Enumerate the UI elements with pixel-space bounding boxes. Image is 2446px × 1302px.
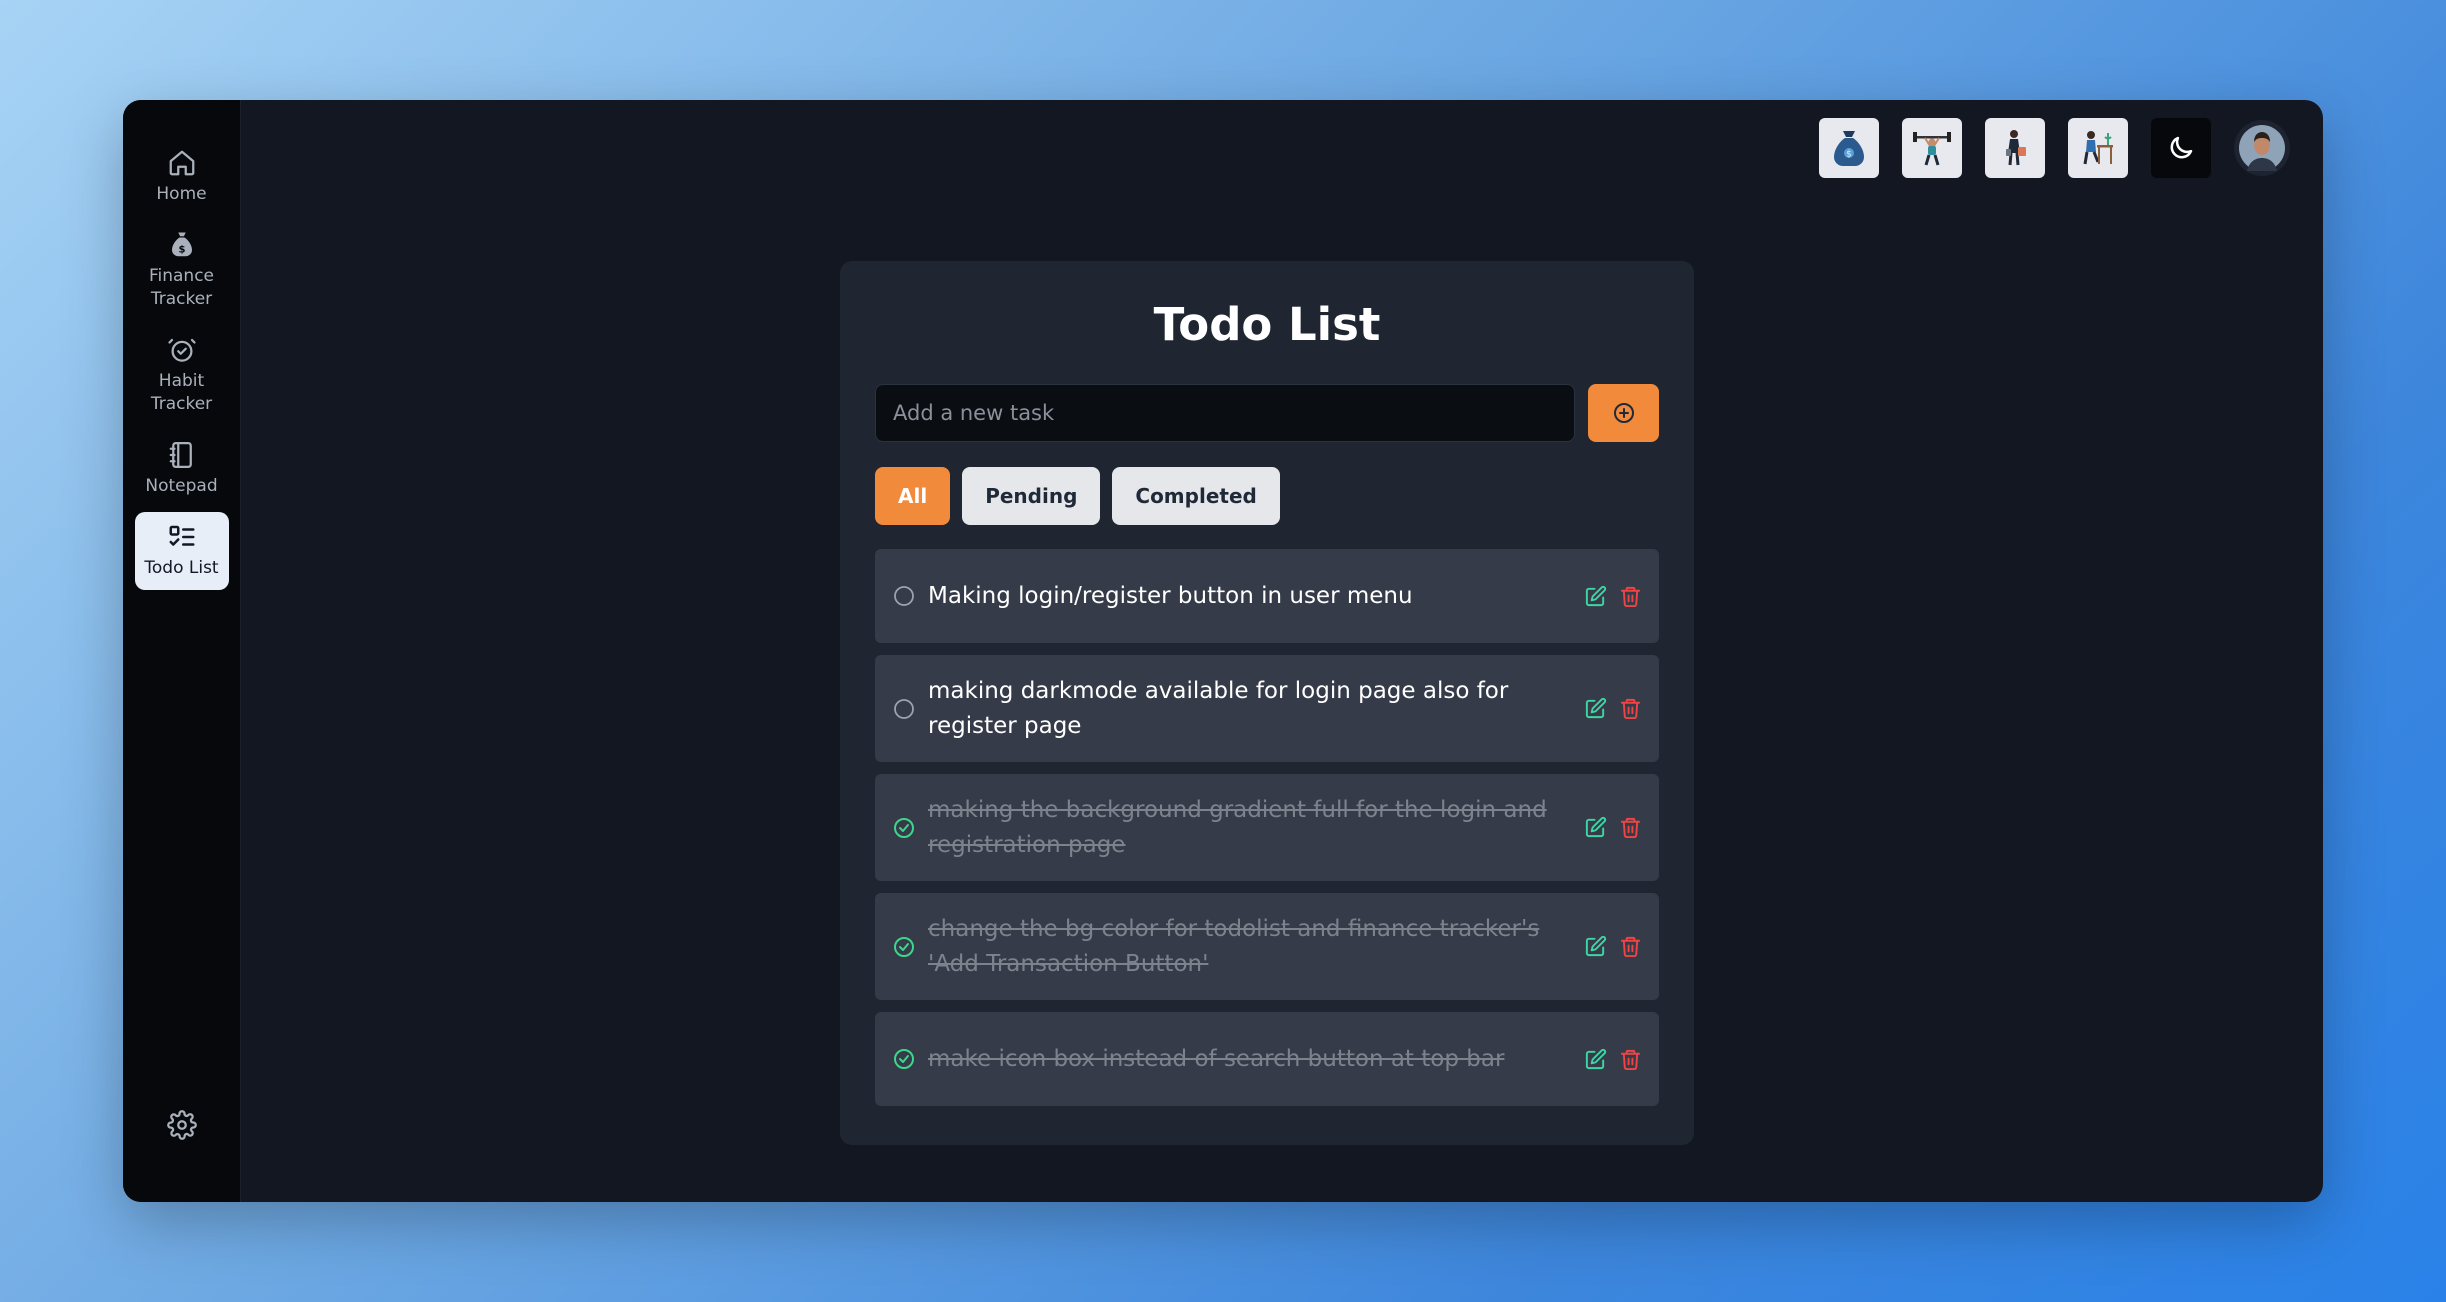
task-item: making darkmode available for login page… bbox=[875, 655, 1659, 762]
topbar-finance-shortcut[interactable]: $ bbox=[1819, 118, 1879, 178]
sidebar-item-label: Finance Tracker bbox=[148, 266, 215, 309]
gear-icon bbox=[166, 1110, 197, 1140]
task-text: change the bg color for todolist and fin… bbox=[928, 915, 1540, 977]
money-bag-illustration-icon: $ bbox=[1834, 131, 1864, 166]
task-item: make icon box instead of search button a… bbox=[875, 1012, 1659, 1106]
sidebar-item-home[interactable]: Home bbox=[135, 138, 229, 216]
sidebar-item-label: Todo List bbox=[144, 558, 219, 578]
add-task-row bbox=[875, 384, 1659, 442]
trash-icon[interactable] bbox=[1619, 585, 1642, 608]
new-task-input[interactable] bbox=[875, 384, 1575, 442]
notebook-icon bbox=[169, 442, 192, 468]
filter-completed-button[interactable]: Completed bbox=[1112, 467, 1280, 525]
top-bar: $ bbox=[1819, 118, 2290, 178]
trash-icon[interactable] bbox=[1619, 816, 1642, 839]
task-text: Making login/register button in user men… bbox=[928, 582, 1413, 609]
check-circle-icon[interactable] bbox=[892, 816, 916, 840]
task-text: making the background gradient full for … bbox=[928, 796, 1547, 858]
sidebar-item-habit-tracker[interactable]: Habit Tracker bbox=[135, 325, 229, 426]
task-text: making darkmode available for login page… bbox=[928, 677, 1509, 739]
edit-icon[interactable] bbox=[1584, 816, 1607, 839]
check-circle-icon[interactable] bbox=[892, 1047, 916, 1071]
edit-icon[interactable] bbox=[1584, 585, 1607, 608]
task-item: change the bg color for todolist and fin… bbox=[875, 893, 1659, 1000]
sidebar: Home $ Finance Tracker Habit Tracker Not… bbox=[123, 100, 241, 1202]
add-task-button[interactable] bbox=[1588, 384, 1659, 442]
todo-card: Todo List All Pending Completed Making l… bbox=[840, 261, 1694, 1145]
svg-text:$: $ bbox=[1846, 150, 1852, 160]
task-actions bbox=[1584, 935, 1642, 958]
sidebar-item-label: Habit Tracker bbox=[150, 371, 213, 414]
topbar-shopping-shortcut[interactable] bbox=[1985, 118, 2045, 178]
unchecked-circle-icon[interactable] bbox=[892, 584, 916, 608]
check-circle-icon[interactable] bbox=[892, 935, 916, 959]
list-todo-icon bbox=[169, 525, 194, 546]
unchecked-circle-icon[interactable] bbox=[892, 697, 916, 721]
trash-icon[interactable] bbox=[1619, 935, 1642, 958]
money-bag-icon: $ bbox=[171, 232, 192, 257]
topbar-habit-shortcut[interactable] bbox=[1902, 118, 1962, 178]
app-window: Home $ Finance Tracker Habit Tracker Not… bbox=[123, 100, 2323, 1202]
edit-icon[interactable] bbox=[1584, 935, 1607, 958]
task-actions bbox=[1584, 1048, 1642, 1071]
weightlifter-illustration-icon bbox=[1913, 132, 1951, 166]
sidebar-item-todo-list[interactable]: Todo List bbox=[134, 512, 229, 590]
task-item: making the background gradient full for … bbox=[875, 774, 1659, 881]
settings-button[interactable] bbox=[166, 1110, 197, 1144]
topbar-notes-shortcut[interactable] bbox=[2068, 118, 2128, 178]
sidebar-item-notepad[interactable]: Notepad bbox=[135, 430, 229, 508]
sidebar-item-label: Home bbox=[156, 184, 207, 204]
task-actions bbox=[1584, 816, 1642, 839]
main-content: $ Todo List Add a new task All Pending C… bbox=[241, 100, 2323, 1202]
page-title: Todo List bbox=[1153, 298, 1381, 351]
trash-icon[interactable] bbox=[1619, 1048, 1642, 1071]
task-text: make icon box instead of search button a… bbox=[928, 1045, 1505, 1072]
trash-icon[interactable] bbox=[1619, 697, 1642, 720]
edit-icon[interactable] bbox=[1584, 1048, 1607, 1071]
task-actions bbox=[1584, 585, 1642, 608]
svg-text:$: $ bbox=[178, 245, 185, 256]
person-shopping-illustration-icon bbox=[2006, 130, 2026, 166]
plus-circle-icon bbox=[1613, 403, 1634, 423]
filter-pending-button[interactable]: Pending bbox=[962, 467, 1101, 525]
person-desk-illustration-icon bbox=[2083, 131, 2113, 165]
user-avatar[interactable] bbox=[2234, 120, 2290, 176]
task-item: Making login/register button in user men… bbox=[875, 549, 1659, 643]
sidebar-item-finance-tracker[interactable]: $ Finance Tracker bbox=[135, 220, 229, 321]
edit-icon[interactable] bbox=[1584, 697, 1607, 720]
task-actions bbox=[1584, 697, 1642, 720]
moon-icon bbox=[2170, 136, 2193, 159]
task-list: Making login/register button in user men… bbox=[875, 549, 1659, 1106]
avatar-icon bbox=[2239, 125, 2285, 171]
home-icon bbox=[169, 150, 194, 176]
alarm-check-icon bbox=[167, 338, 196, 362]
filter-all-button[interactable]: All bbox=[875, 467, 951, 525]
sidebar-item-label: Notepad bbox=[145, 476, 218, 496]
filter-tabs: All Pending Completed bbox=[875, 467, 1659, 525]
dark-mode-toggle[interactable] bbox=[2151, 118, 2211, 178]
